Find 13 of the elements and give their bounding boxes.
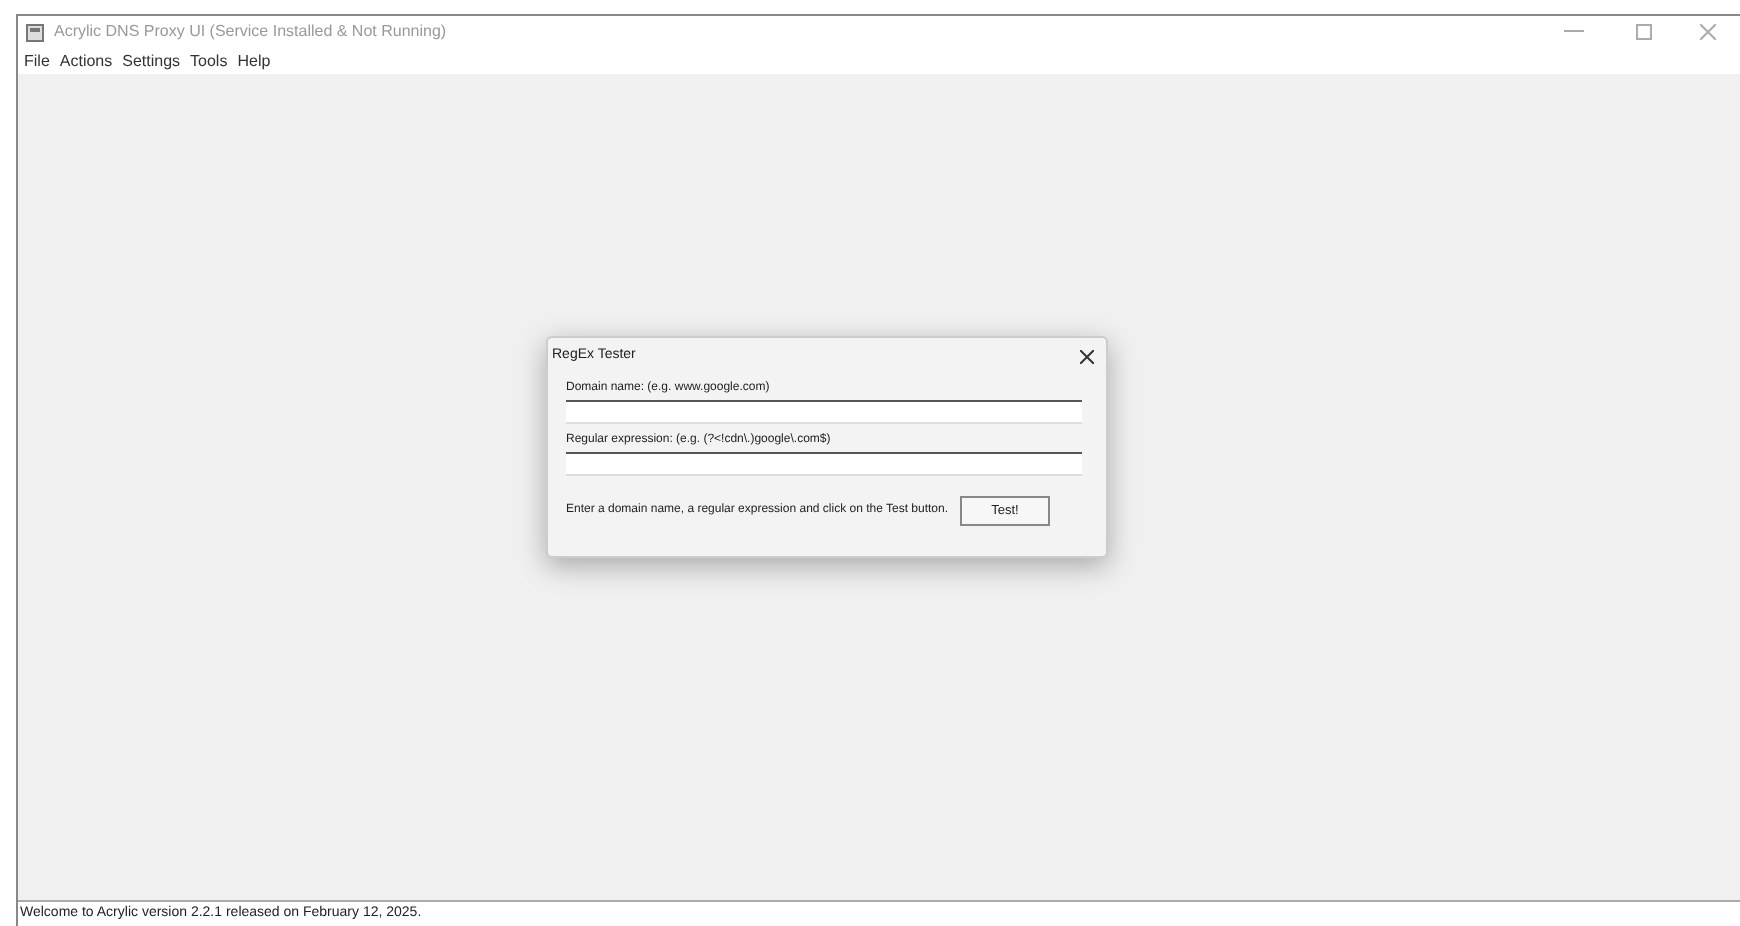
- menu-item[interactable]: Tools: [186, 49, 232, 73]
- menu-item[interactable]: Settings: [118, 49, 185, 73]
- input-field[interactable]: [566, 452, 1082, 476]
- close-icon: [1079, 349, 1093, 363]
- input-field[interactable]: [566, 400, 1082, 424]
- menu-item[interactable]: Help: [233, 49, 275, 73]
- close-icon: [1700, 24, 1716, 40]
- minimize-icon: [1564, 30, 1584, 34]
- window-title: Acrylic DNS Proxy UI (Service Installed & Not Running): [54, 20, 447, 44]
- maximize-icon: [1636, 24, 1652, 40]
- menu-item[interactable]: Actions: [55, 49, 117, 73]
- menu-item[interactable]: File: [20, 49, 54, 73]
- app-icon: [26, 23, 44, 41]
